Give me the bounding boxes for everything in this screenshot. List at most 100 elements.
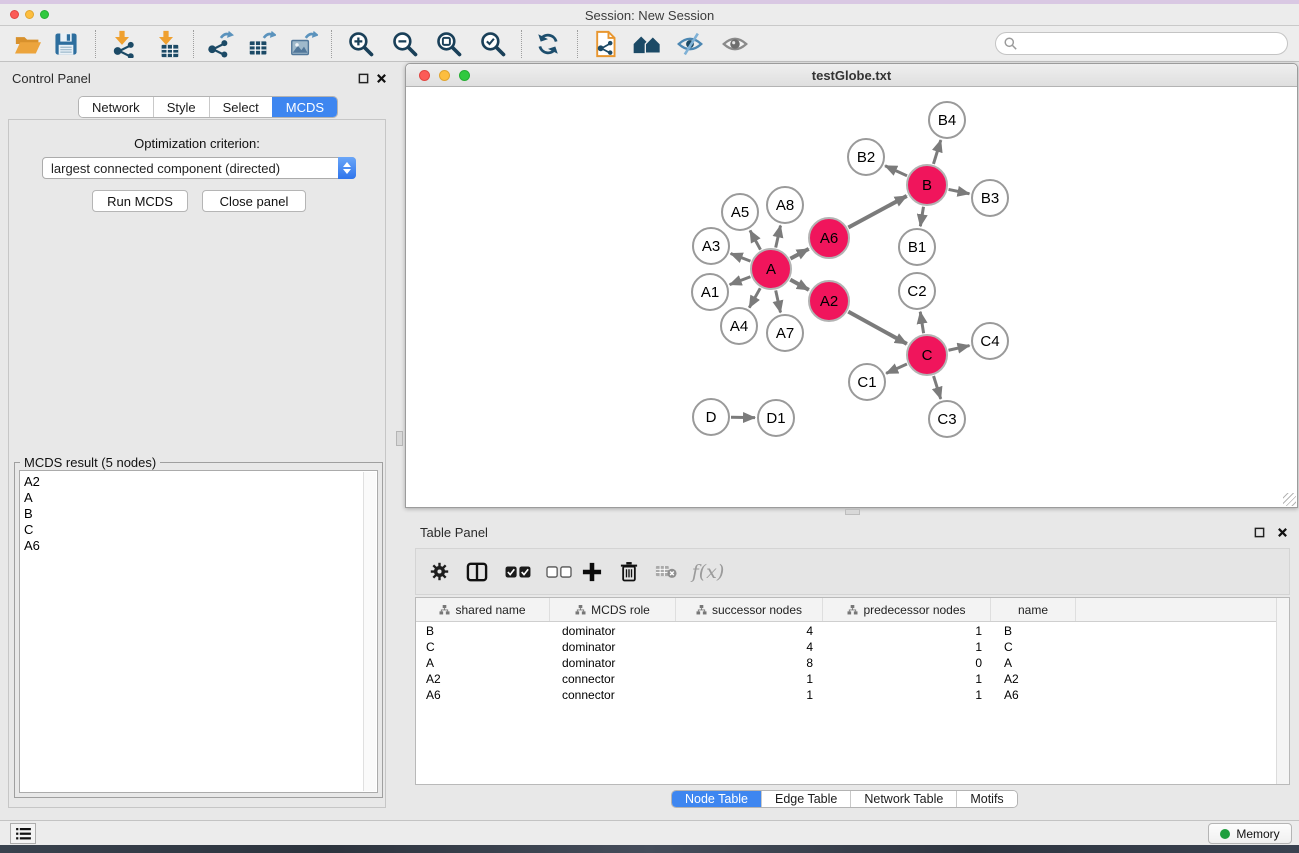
duplicate-network-button[interactable] — [588, 29, 622, 59]
show-all-networks-button[interactable] — [630, 29, 664, 59]
function-builder-button[interactable]: f(x) — [688, 549, 728, 594]
open-session-button[interactable] — [11, 29, 45, 59]
table-close-panel-icon[interactable] — [1276, 526, 1288, 538]
zoom-fit-button[interactable] — [432, 29, 466, 59]
show-column-button[interactable] — [462, 549, 492, 594]
column-header-shared-name[interactable]: shared name — [416, 598, 550, 621]
add-row-button[interactable] — [577, 549, 607, 594]
graph-node-A6[interactable]: A6 — [808, 217, 850, 259]
graph-node-A5[interactable]: A5 — [721, 193, 759, 231]
zoom-fit-icon — [435, 30, 463, 58]
tab-style[interactable]: Style — [153, 97, 209, 117]
graph-node-B4[interactable]: B4 — [928, 101, 966, 139]
network-canvas[interactable]: B4 B2 B B3 A8A5 A6 A3 B1 A A1 C2 A2 A4A7 C4 C C1 C3 D D1 — [406, 87, 1297, 507]
close-panel-button[interactable]: Close panel — [202, 190, 306, 212]
graph-node-A4[interactable]: A4 — [720, 307, 758, 345]
window-resize-grip[interactable] — [1283, 493, 1296, 506]
graph-node-D1[interactable]: D1 — [757, 399, 795, 437]
delete-row-button[interactable] — [615, 549, 643, 594]
tab-network[interactable]: Network — [79, 97, 153, 117]
tab-edge-table[interactable]: Edge Table — [761, 791, 850, 807]
graph-node-B[interactable]: B — [906, 164, 948, 206]
column-header-successor-nodes[interactable]: successor nodes — [676, 598, 823, 621]
graph-node-C2[interactable]: C2 — [898, 272, 936, 310]
graph-node-B1[interactable]: B1 — [898, 228, 936, 266]
graph-node-C3[interactable]: C3 — [928, 400, 966, 438]
graph-node-C4[interactable]: C4 — [971, 322, 1009, 360]
hide-selected-button[interactable] — [673, 29, 707, 59]
result-item[interactable]: A2 — [20, 474, 377, 490]
plus-icon — [582, 562, 602, 582]
toolbar-separator — [193, 30, 194, 58]
zoom-out-button[interactable] — [388, 29, 422, 59]
table-row[interactable]: A2connector11A2 — [416, 671, 1276, 687]
tab-select[interactable]: Select — [209, 97, 272, 117]
deselect-all-button[interactable] — [542, 549, 576, 594]
node-table: shared name MCDS role successor nodes pr… — [415, 597, 1290, 785]
attribute-icon — [575, 605, 586, 615]
trash-icon — [620, 561, 638, 582]
memory-button[interactable]: Memory — [1208, 823, 1292, 844]
status-bar: Memory — [0, 820, 1299, 845]
vertical-splitter-handle[interactable] — [396, 431, 403, 446]
result-item[interactable]: B — [20, 506, 377, 522]
graph-node-A3[interactable]: A3 — [692, 227, 730, 265]
zoom-in-button[interactable] — [344, 29, 378, 59]
search-field[interactable] — [995, 32, 1288, 55]
export-network-button[interactable] — [203, 29, 237, 59]
table-settings-button[interactable] — [426, 549, 452, 594]
table-row[interactable]: Bdominator41B — [416, 623, 1276, 639]
network-window-titlebar[interactable]: testGlobe.txt — [406, 64, 1297, 87]
graph-node-A7[interactable]: A7 — [766, 314, 804, 352]
search-input[interactable] — [1022, 37, 1287, 51]
zoom-selected-icon — [479, 30, 507, 58]
graph-node-A8[interactable]: A8 — [766, 186, 804, 224]
result-item[interactable]: C — [20, 522, 377, 538]
export-image-button[interactable] — [287, 29, 321, 59]
eye-slash-icon — [676, 31, 704, 57]
save-session-button[interactable] — [49, 29, 83, 59]
select-all-button[interactable] — [501, 549, 535, 594]
graph-node-B2[interactable]: B2 — [847, 138, 885, 176]
refresh-icon — [535, 31, 561, 57]
import-network-button[interactable] — [105, 29, 139, 59]
zoom-selected-button[interactable] — [476, 29, 510, 59]
table-row[interactable]: Adominator80A — [416, 655, 1276, 671]
graph-node-C1[interactable]: C1 — [848, 363, 886, 401]
column-header-mcds-role[interactable]: MCDS role — [550, 598, 676, 621]
table-scrollbar[interactable] — [1276, 598, 1289, 784]
refresh-layout-button[interactable] — [531, 29, 565, 59]
import-network-icon — [108, 30, 136, 58]
tab-motifs[interactable]: Motifs — [956, 791, 1016, 807]
optimization-criterion-dropdown[interactable]: largest connected component (directed) — [42, 157, 356, 179]
result-item[interactable]: A6 — [20, 538, 377, 554]
table-row[interactable]: Cdominator41C — [416, 639, 1276, 655]
tab-mcds[interactable]: MCDS — [272, 97, 337, 117]
horizontal-splitter-handle[interactable] — [845, 509, 860, 515]
graph-node-D[interactable]: D — [692, 398, 730, 436]
export-table-button[interactable] — [245, 29, 279, 59]
table-row[interactable]: A6connector11A6 — [416, 687, 1276, 703]
table-float-panel-icon[interactable] — [1253, 526, 1265, 538]
graph-node-C[interactable]: C — [906, 334, 948, 376]
graph-node-A1[interactable]: A1 — [691, 273, 729, 311]
column-header-name[interactable]: name — [991, 598, 1076, 621]
control-panel-title: Control Panel — [12, 71, 91, 86]
toolbar-separator — [95, 30, 96, 58]
result-item[interactable]: A — [20, 490, 377, 506]
graph-node-B3[interactable]: B3 — [971, 179, 1009, 217]
close-panel-icon[interactable] — [375, 72, 387, 84]
result-list-scrollbar[interactable] — [363, 472, 376, 791]
delete-table-button[interactable] — [651, 549, 681, 594]
show-selected-button[interactable] — [718, 29, 752, 59]
graph-node-A[interactable]: A — [750, 248, 792, 290]
tab-network-table[interactable]: Network Table — [850, 791, 956, 807]
mcds-result-list[interactable]: A2 A B C A6 — [19, 470, 378, 793]
column-header-predecessor-nodes[interactable]: predecessor nodes — [823, 598, 991, 621]
task-history-button[interactable] — [10, 823, 36, 844]
float-panel-icon[interactable] — [357, 72, 369, 84]
run-mcds-button[interactable]: Run MCDS — [92, 190, 188, 212]
tab-node-table[interactable]: Node Table — [672, 791, 761, 807]
graph-node-A2[interactable]: A2 — [808, 280, 850, 322]
import-table-button[interactable] — [149, 29, 183, 59]
